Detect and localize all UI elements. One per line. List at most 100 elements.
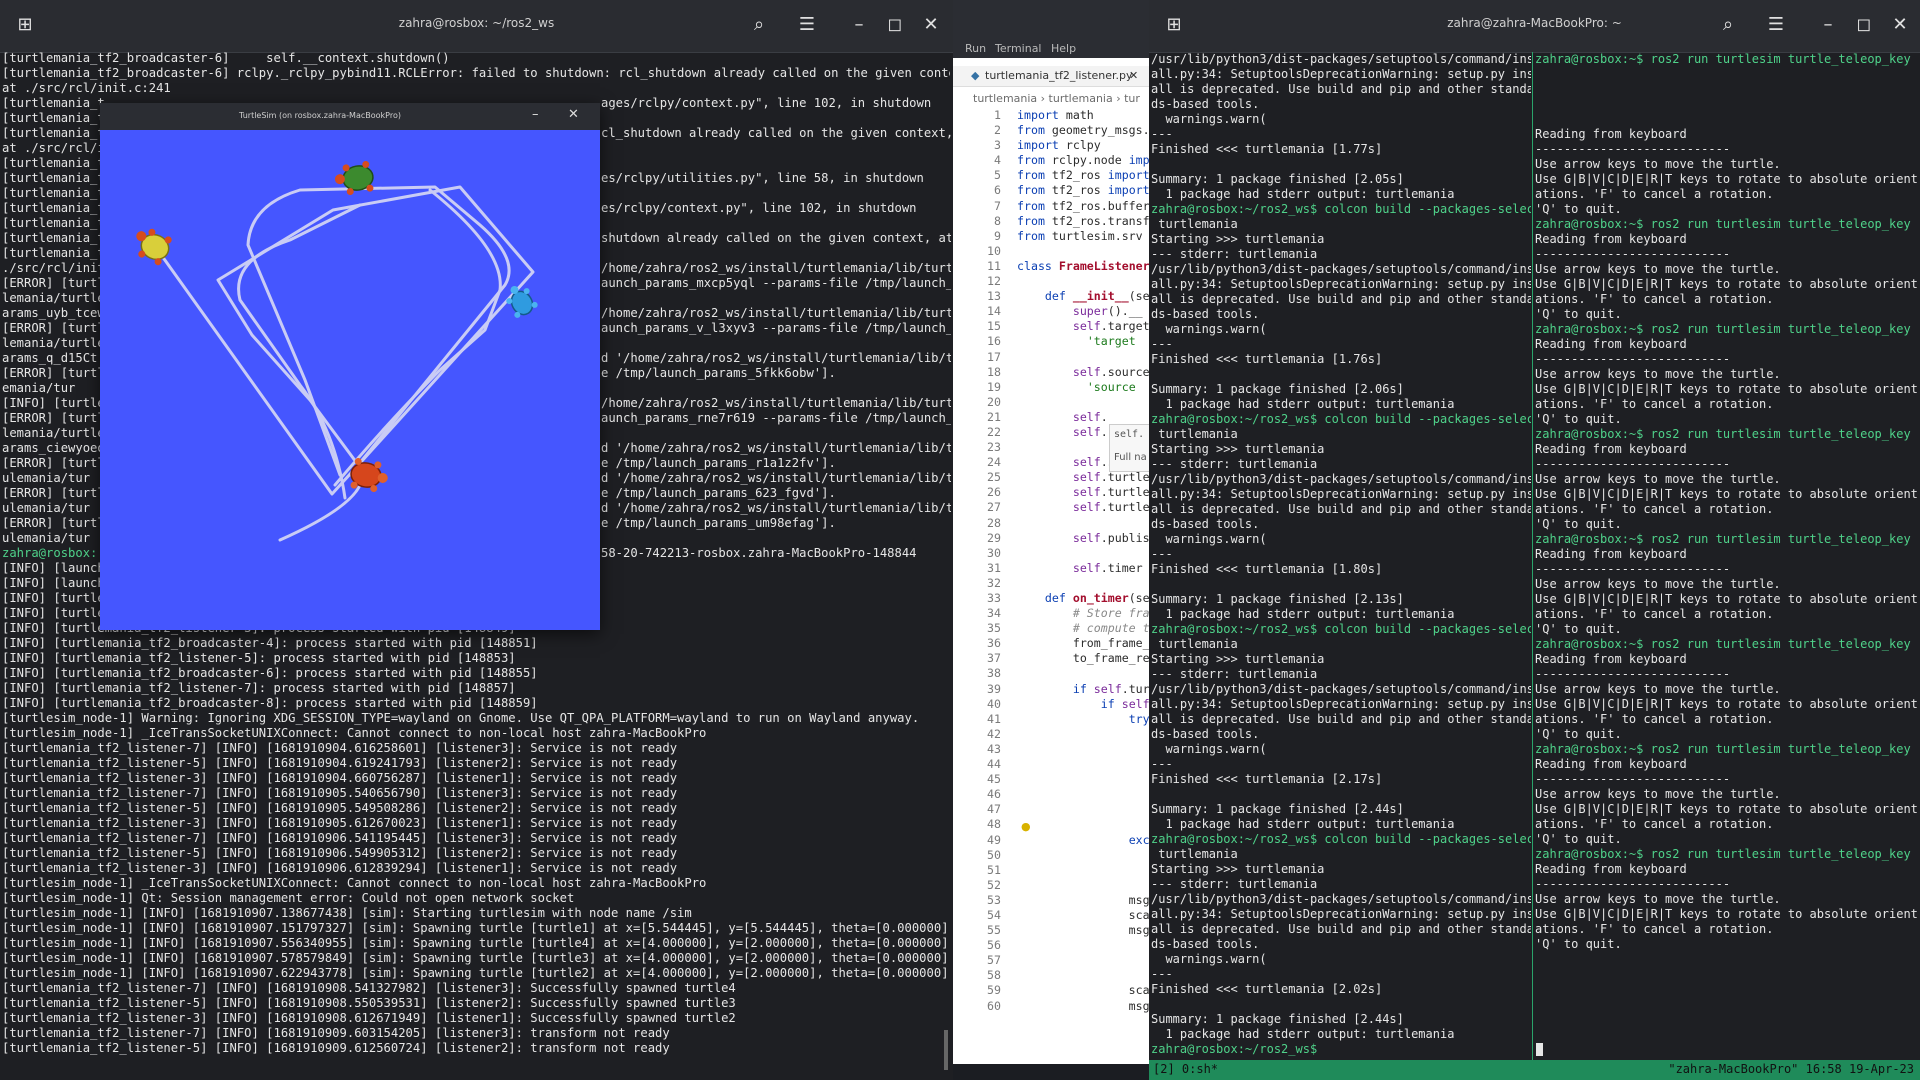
terminal-line: ---	[1151, 127, 1173, 141]
line-number: 45	[987, 772, 1001, 787]
tmux-pane-divider[interactable]	[1532, 52, 1533, 1060]
editor-tab-close-icon[interactable]: ✕	[1129, 69, 1138, 82]
terminal-line: 'Q' to quit.	[1535, 727, 1622, 741]
trail-path-3	[333, 188, 502, 487]
maximize-icon[interactable]: ◻	[882, 12, 908, 38]
menu-help[interactable]: Help	[1051, 42, 1076, 55]
terminal-line: Finished <<< turtlemania [1.76s]	[1151, 352, 1383, 366]
line-number: 14	[987, 304, 1001, 319]
terminal-line: [turtlesim_node-1] [INFO] [1681910907.55…	[2, 936, 949, 950]
terminal-line: --- stderr: turtlemania	[1151, 877, 1318, 891]
editor-tab[interactable]: ◆ turtlemania_tf2_listener.py ✕	[953, 66, 1149, 87]
terminal-line: [INFO] [turtlemania_tf2_broadcaster-4]: …	[2, 636, 538, 650]
line-number: 9	[994, 228, 1001, 243]
terminal-line: ---	[1151, 967, 1173, 981]
minimize-icon[interactable]: –	[1815, 12, 1841, 38]
line-number: 23	[987, 440, 1001, 455]
menu-run[interactable]: Run	[965, 42, 986, 55]
tmux-status-bar: [2] 0:sh* "zahra-MacBookPro" 16:58 19-Ap…	[1149, 1060, 1920, 1080]
close-icon[interactable]: ✕	[1887, 12, 1913, 38]
line-number: 12	[987, 274, 1001, 289]
terminal-line: zahra@rosbox:~$ ros2 run turtlesim turtl…	[1535, 742, 1911, 756]
terminal-line: ---------------------------	[1535, 772, 1731, 786]
minimize-icon[interactable]: –	[846, 12, 872, 38]
terminal-line: Use G|B|V|C|D|E|R|T keys to rotate to ab…	[1535, 382, 1918, 396]
terminal-line: [turtlemania_tf2_listener-5] [INFO] [168…	[2, 801, 678, 815]
tmux-window-list[interactable]: [2] 0:sh*	[1153, 1062, 1218, 1076]
lightbulb-icon[interactable]: ●	[1021, 820, 1031, 833]
tmux-left-pane[interactable]: /usr/lib/python3/dist-packages/setuptool…	[1151, 52, 1531, 1060]
terminal-line: zahra@rosbox:~$ ros2 run turtlesim turtl…	[1535, 532, 1911, 546]
tmux-right-pane[interactable]: zahra@rosbox:~$ ros2 run turtlesim turtl…	[1535, 52, 1918, 1060]
line-number: 25	[987, 470, 1001, 485]
terminal-line: [turtlesim_node-1] _IceTransSocketUNIXCo…	[2, 876, 707, 890]
turtlesim-minimize-button[interactable]: –	[532, 107, 539, 122]
editor-breadcrumb[interactable]: turtlemania › turtlemania › tur	[973, 92, 1140, 105]
terminal-line: ations. 'F' to cancel a rotation.	[1535, 397, 1774, 411]
turtlesim-canvas	[100, 130, 600, 630]
menu-icon[interactable]: ☰	[1763, 12, 1789, 38]
menu-icon[interactable]: ☰	[794, 12, 820, 38]
terminal-line: Reading from keyboard	[1535, 337, 1687, 351]
terminal-line: [turtlemania_tf2_listener-7] [INFO] [168…	[2, 786, 678, 800]
line-number: 10	[987, 243, 1001, 258]
line-number: 31	[987, 560, 1001, 575]
line-number: 16	[987, 334, 1001, 349]
terminal-line: warnings.warn(	[1151, 112, 1267, 126]
terminal-line: 1 package had stderr output: turtlemania	[1151, 817, 1455, 831]
terminal-line: Reading from keyboard	[1535, 547, 1687, 561]
terminal-line-fragment: e /tmp/launch_params_r1a1z2fv'].	[601, 456, 836, 470]
maximize-icon[interactable]: ◻	[1851, 12, 1877, 38]
terminal-line: Use G|B|V|C|D|E|R|T keys to rotate to ab…	[1535, 697, 1918, 711]
terminal-line: all.py:34: SetuptoolsDeprecationWarning:…	[1151, 697, 1531, 711]
terminal-line: /usr/lib/python3/dist-packages/setuptool…	[1151, 682, 1531, 696]
turtlesim-close-button[interactable]: ✕	[568, 107, 579, 122]
terminal-line: 1 package had stderr output: turtlemania	[1151, 187, 1455, 201]
terminal-line: [turtlesim_node-1] [INFO] [1681910907.62…	[2, 966, 949, 980]
left-terminal-scrollbar[interactable]	[944, 1030, 948, 1070]
terminal-line: ds-based tools.	[1151, 517, 1260, 531]
line-number: 4	[994, 153, 1001, 168]
terminal-line: turtlemania	[1151, 217, 1238, 231]
search-icon[interactable]: ⌕	[746, 12, 772, 38]
terminal-line: all is deprecated. Use build and pip and…	[1151, 922, 1531, 936]
terminal-line: ---------------------------	[1535, 352, 1731, 366]
terminal-line-fragment: aunch_params_rne7r619 --params-file /tmp…	[601, 411, 951, 425]
terminal-line: [turtlemania_tf2_listener-5] [INFO] [168…	[2, 996, 736, 1010]
terminal-line-fragment: cl_shutdown already called on the given …	[601, 126, 951, 140]
editor-code[interactable]: import math from geometry_msgs. import r…	[1017, 108, 1149, 1014]
terminal-line: [turtlesim_node-1] [INFO] [1681910907.15…	[2, 921, 949, 935]
terminal-line: Use arrow keys to move the turtle.	[1535, 472, 1781, 486]
terminal-line-fragment: aunch_params_mxcp5yql --params-file /tmp…	[601, 276, 951, 290]
terminal-line: ---	[1151, 337, 1173, 351]
search-icon[interactable]: ⌕	[1715, 12, 1741, 38]
line-number: 33	[987, 591, 1001, 605]
right-terminal-titlebar: ⊞ zahra@zahra-MacBookPro: ~ ⌕ ☰ – ◻ ✕	[1149, 0, 1920, 53]
line-number: 36	[987, 636, 1001, 651]
line-number: 7	[994, 198, 1001, 213]
terminal-line: --- stderr: turtlemania	[1151, 457, 1318, 471]
trail-path-4	[237, 203, 362, 500]
terminal-line: ---------------------------	[1535, 247, 1731, 261]
terminal-line: zahra@rosbox:~$ ros2 run turtlesim turtl…	[1535, 427, 1911, 441]
line-number: 22	[987, 424, 1001, 439]
terminal-line: Summary: 1 package finished [2.44s]	[1151, 1012, 1404, 1026]
menu-terminal[interactable]: Terminal	[995, 42, 1042, 55]
terminal-line: ations. 'F' to cancel a rotation.	[1535, 712, 1774, 726]
terminal-line: turtlemania	[1151, 427, 1238, 441]
terminal-line: Use G|B|V|C|D|E|R|T keys to rotate to ab…	[1535, 172, 1918, 186]
terminal-line: [turtlemania_tf2_listener-5] [INFO] [168…	[2, 1041, 670, 1055]
close-icon[interactable]: ✕	[918, 12, 944, 38]
line-number: 44	[987, 757, 1001, 772]
editor-tooltip-line1: self.	[1114, 429, 1145, 440]
terminal-line: warnings.warn(	[1151, 532, 1267, 546]
terminal-line: Use G|B|V|C|D|E|R|T keys to rotate to ab…	[1535, 907, 1918, 921]
turtle-green-icon	[334, 160, 374, 196]
terminal-line: [INFO] [turtlemania_tf2_listener-7]: pro…	[2, 681, 516, 695]
terminal-line-fragment: e /tmp/launch_params_623_fgvd'].	[601, 486, 836, 500]
line-number: 42	[987, 726, 1001, 741]
line-number: 24	[987, 455, 1001, 470]
terminal-line: all.py:34: SetuptoolsDeprecationWarning:…	[1151, 67, 1531, 81]
